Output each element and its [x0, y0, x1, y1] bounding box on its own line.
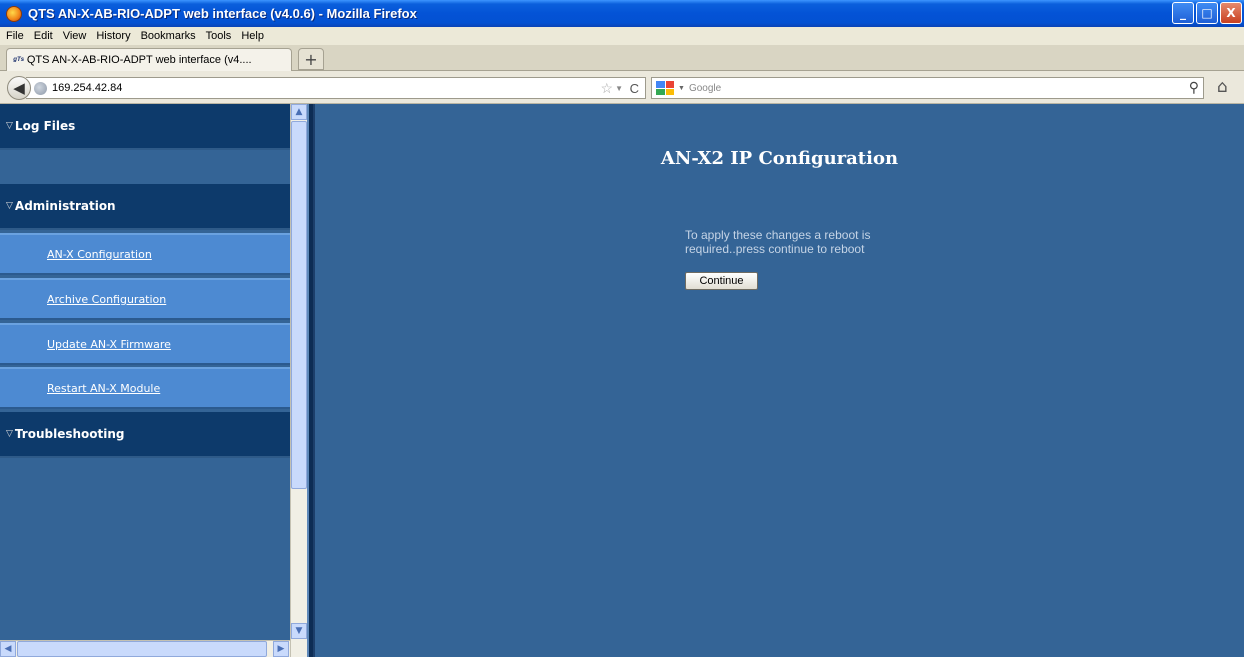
- scroll-left-icon[interactable]: ◀: [0, 641, 16, 657]
- back-button[interactable]: ◀: [7, 76, 31, 100]
- minimize-button[interactable]: _: [1172, 2, 1194, 24]
- expand-triangle-icon: ▽: [6, 429, 13, 439]
- url-bar[interactable]: 169.254.42.84 ☆ ▼ C: [26, 77, 646, 99]
- firefox-icon: [6, 5, 22, 22]
- close-button[interactable]: X: [1220, 2, 1242, 24]
- sidebar-item-update-firmware[interactable]: Update AN-X Firmware: [0, 323, 290, 365]
- sidebar-section-administration[interactable]: ▽ Administration: [0, 184, 290, 230]
- sidebar-vertical-scrollbar[interactable]: ▲ ▼: [290, 104, 307, 657]
- reboot-message-line-2: required..press continue to reboot: [685, 242, 865, 256]
- section-label: Administration: [14, 199, 116, 213]
- search-engine-dropdown-icon[interactable]: ▼: [678, 85, 685, 92]
- scroll-right-icon[interactable]: ▶: [273, 641, 289, 657]
- menu-view[interactable]: View: [63, 30, 87, 42]
- search-placeholder: Google: [688, 82, 722, 94]
- navigation-bar: 169.254.42.84 ☆ ▼ C ◀ ▼ Google ⚲ ⌂: [0, 71, 1244, 104]
- reload-icon[interactable]: C: [630, 81, 639, 96]
- menu-help[interactable]: Help: [241, 30, 264, 42]
- section-label: Troubleshooting: [14, 427, 125, 441]
- globe-icon: [34, 81, 47, 95]
- url-text[interactable]: 169.254.42.84: [52, 82, 122, 94]
- page-title: AN-X2 IP Configuration: [660, 148, 899, 169]
- section-label: Log Files: [14, 119, 76, 133]
- expand-triangle-icon: ▽: [6, 201, 13, 211]
- google-icon: [656, 81, 674, 95]
- sidebar: ▽ Log Files ▽ Administration AN-X Config…: [0, 104, 290, 657]
- continue-button[interactable]: Continue: [685, 272, 758, 290]
- home-icon[interactable]: ⌂: [1217, 77, 1228, 97]
- search-icon[interactable]: ⚲: [1189, 79, 1199, 96]
- sidebar-item-anx-configuration[interactable]: AN-X Configuration: [0, 233, 290, 275]
- frame-divider[interactable]: [307, 104, 315, 657]
- back-arrow-icon: ◀: [13, 79, 25, 97]
- history-dropdown-icon[interactable]: ▼: [615, 84, 623, 93]
- scroll-up-icon[interactable]: ▲: [291, 104, 307, 120]
- sidebar-horizontal-scrollbar[interactable]: ◀ ▶: [0, 640, 290, 657]
- main-panel: AN-X2 IP Configuration To apply these ch…: [315, 104, 1244, 657]
- search-bar[interactable]: ▼ Google ⚲: [651, 77, 1204, 99]
- scrollbar-thumb[interactable]: [17, 641, 267, 657]
- menu-edit[interactable]: Edit: [34, 30, 53, 42]
- tab-qts-web-interface[interactable]: ᵍᵀˢ QTS AN-X-AB-RIO-ADPT web interface (…: [6, 48, 292, 71]
- menu-history[interactable]: History: [96, 30, 130, 42]
- page-content: ▽ Log Files ▽ Administration AN-X Config…: [0, 104, 1244, 657]
- reboot-message-line-1: To apply these changes a reboot is: [685, 228, 871, 242]
- window-titlebar: QTS AN-X-AB-RIO-ADPT web interface (v4.0…: [0, 0, 1244, 27]
- window-title: QTS AN-X-AB-RIO-ADPT web interface (v4.0…: [28, 6, 417, 21]
- sidebar-section-log-files[interactable]: ▽ Log Files: [0, 104, 290, 150]
- maximize-button[interactable]: □: [1196, 2, 1218, 24]
- menu-bar: File Edit View History Bookmarks Tools H…: [0, 27, 1244, 45]
- menu-file[interactable]: File: [6, 30, 24, 42]
- sidebar-item-archive-configuration[interactable]: Archive Configuration: [0, 278, 290, 320]
- expand-triangle-icon: ▽: [6, 121, 13, 131]
- window-controls: _ □ X: [1172, 2, 1242, 24]
- tab-strip: ᵍᵀˢ QTS AN-X-AB-RIO-ADPT web interface (…: [0, 45, 1244, 71]
- scrollbar-thumb[interactable]: [291, 121, 307, 489]
- bookmark-star-icon[interactable]: ☆: [600, 80, 613, 97]
- new-tab-button[interactable]: +: [298, 48, 324, 70]
- tab-label: QTS AN-X-AB-RIO-ADPT web interface (v4..…: [26, 54, 252, 66]
- reboot-message: To apply these changes a reboot is requi…: [685, 228, 985, 256]
- menu-tools[interactable]: Tools: [206, 30, 232, 42]
- scroll-down-icon[interactable]: ▼: [291, 623, 307, 639]
- menu-bookmarks[interactable]: Bookmarks: [141, 30, 196, 42]
- sidebar-item-restart-module[interactable]: Restart AN-X Module: [0, 367, 290, 409]
- sidebar-section-troubleshooting[interactable]: ▽ Troubleshooting: [0, 412, 290, 458]
- qts-favicon-icon: ᵍᵀˢ: [13, 55, 24, 65]
